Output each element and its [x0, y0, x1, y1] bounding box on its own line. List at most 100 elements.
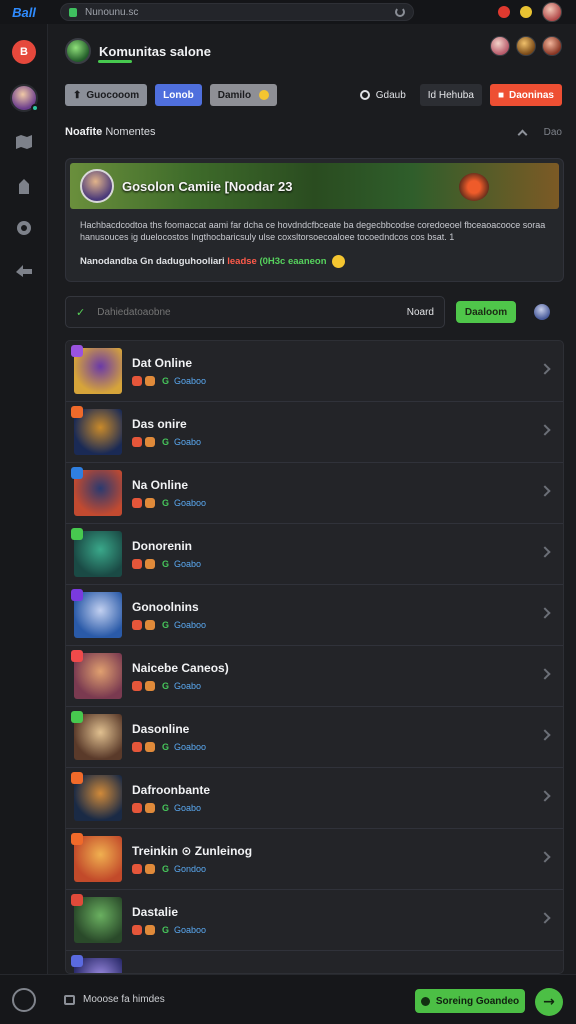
list-item[interactable]: Dastalie G Goaboo: [66, 890, 563, 951]
brand-logo[interactable]: Ball: [0, 5, 48, 20]
chevron-right-icon[interactable]: [539, 851, 551, 863]
info-button[interactable]: Id Hehuba: [419, 84, 482, 106]
role-icon: [132, 437, 142, 447]
list-item[interactable]: Das onire G Goabo: [66, 402, 563, 463]
role-icon: [132, 376, 142, 386]
page-header: Komunitas salone: [65, 38, 211, 64]
home-icon[interactable]: B: [12, 40, 36, 64]
smile-icon: [259, 90, 270, 100]
g-icon: G: [162, 498, 170, 508]
list-item[interactable]: Dasonline G Goaboo: [66, 707, 563, 768]
role-icon: [132, 925, 142, 935]
share-icon[interactable]: [12, 258, 36, 282]
chevron-right-icon[interactable]: [539, 424, 551, 436]
g-icon: G: [162, 620, 170, 630]
member-avatar[interactable]: [490, 36, 510, 56]
user-avatar[interactable]: [542, 2, 562, 22]
list-item[interactable]: Na Online G Goaboo: [66, 463, 563, 524]
badge-icon: [71, 528, 83, 540]
chevron-right-icon[interactable]: [539, 912, 551, 924]
settings-button[interactable]: Gdaub: [354, 84, 412, 106]
mini-avatar[interactable]: [534, 304, 550, 320]
chevron-right-icon[interactable]: [539, 607, 551, 619]
reload-icon[interactable]: [395, 7, 405, 17]
check-icon: ✓: [76, 306, 86, 319]
top-bar: Ball: [0, 0, 576, 24]
list-item-name: Dafroonbante: [132, 783, 210, 797]
list-item-status: Goabo: [174, 559, 202, 569]
globe-icon[interactable]: [12, 987, 36, 1012]
game-thumbnail: [71, 772, 122, 821]
list-item-meta: G Goaboo: [132, 376, 206, 386]
upload-button[interactable]: ⬆ Guocooom: [65, 84, 148, 106]
filter-toggle[interactable]: Noard: [407, 307, 434, 318]
chevron-right-icon[interactable]: [539, 729, 551, 741]
search-button[interactable]: Daaloom: [456, 301, 516, 323]
rank-icon: [145, 376, 155, 386]
upload-icon: ⬆: [73, 89, 82, 101]
list-item-meta: G Goaboo: [132, 620, 206, 630]
list-item[interactable]: Gonsomhinue: [66, 951, 563, 973]
banner-stats: Nanodandba Gn daduguhooliari leadse (0H3…: [80, 255, 549, 268]
game-thumbnail: [71, 528, 122, 577]
list-item-meta: G Goaboo: [132, 742, 206, 752]
blue-button[interactable]: Lonob: [155, 84, 202, 106]
url-input[interactable]: [85, 6, 395, 18]
chevron-right-icon[interactable]: [539, 668, 551, 680]
list-item[interactable]: Treinkin ⊙ Zunleinog G Gondoo: [66, 829, 563, 890]
community-avatar[interactable]: [65, 38, 91, 64]
map-icon[interactable]: [12, 130, 36, 154]
member-avatar[interactable]: [516, 36, 536, 56]
store-icon[interactable]: [12, 174, 36, 198]
coin-icon[interactable]: [520, 6, 532, 18]
gear-icon[interactable]: [12, 216, 36, 240]
list-item[interactable]: Gonoolnins G Goaboo: [66, 585, 563, 646]
badge-icon: [71, 406, 83, 418]
chevron-right-icon[interactable]: [539, 546, 551, 558]
banner: Gosolon Camiie [Noodar 23: [70, 163, 559, 209]
list-item-meta: G Goaboo: [132, 925, 206, 935]
role-icon: [132, 620, 142, 630]
rank-icon: [145, 742, 155, 752]
emoji-button[interactable]: Damilo: [209, 84, 278, 106]
chevron-right-icon[interactable]: [539, 790, 551, 802]
list-item-status: Goaboo: [174, 620, 207, 630]
rank-icon: [145, 681, 155, 691]
toolbar-right: Gdaub Id Hehuba ■ Daoninas: [354, 84, 562, 106]
rank-icon: [145, 803, 155, 813]
role-icon: [132, 498, 142, 508]
list-item[interactable]: Dat Online G Goaboo: [66, 341, 563, 402]
g-icon: G: [162, 925, 170, 935]
rank-icon: [145, 620, 155, 630]
action-button[interactable]: ■ Daoninas: [489, 84, 562, 106]
section-more[interactable]: Dao: [544, 127, 562, 138]
list-item[interactable]: Naicebe Caneos) G Goabo: [66, 646, 563, 707]
title-underline: [98, 60, 132, 63]
chevron-right-icon[interactable]: [539, 485, 551, 497]
game-thumbnail: [71, 406, 122, 455]
role-icon: [132, 803, 142, 813]
go-button[interactable]: →: [535, 988, 563, 1016]
g-icon: G: [162, 437, 170, 447]
list-item[interactable]: Dafroonbante G Goabo: [66, 768, 563, 829]
badge-icon: [71, 894, 83, 906]
list-item-name: Das onire: [132, 417, 187, 431]
profile-avatar[interactable]: [10, 84, 39, 112]
search-input[interactable]: [97, 306, 407, 318]
badge-icon: [71, 772, 83, 784]
member-avatar[interactable]: [542, 36, 562, 56]
collapse-icon[interactable]: [517, 129, 528, 139]
list-item-status: Goaboo: [174, 498, 207, 508]
lock-icon: [69, 7, 77, 17]
chevron-right-icon[interactable]: [539, 363, 551, 375]
smile-icon: [332, 255, 346, 268]
badge-icon: [71, 589, 83, 601]
status-area: Mooose fa himdes: [64, 994, 165, 1005]
address-bar[interactable]: [60, 3, 414, 21]
list-item-status: Goabo: [174, 681, 202, 691]
role-icon: [132, 681, 142, 691]
toolbar: ⬆ Guocooom Lonob Damilo: [65, 84, 278, 106]
notification-icon[interactable]: [498, 6, 510, 18]
primary-button[interactable]: Soreing Goandeo: [415, 989, 525, 1013]
list-item[interactable]: Donorenin G Goabo: [66, 524, 563, 585]
